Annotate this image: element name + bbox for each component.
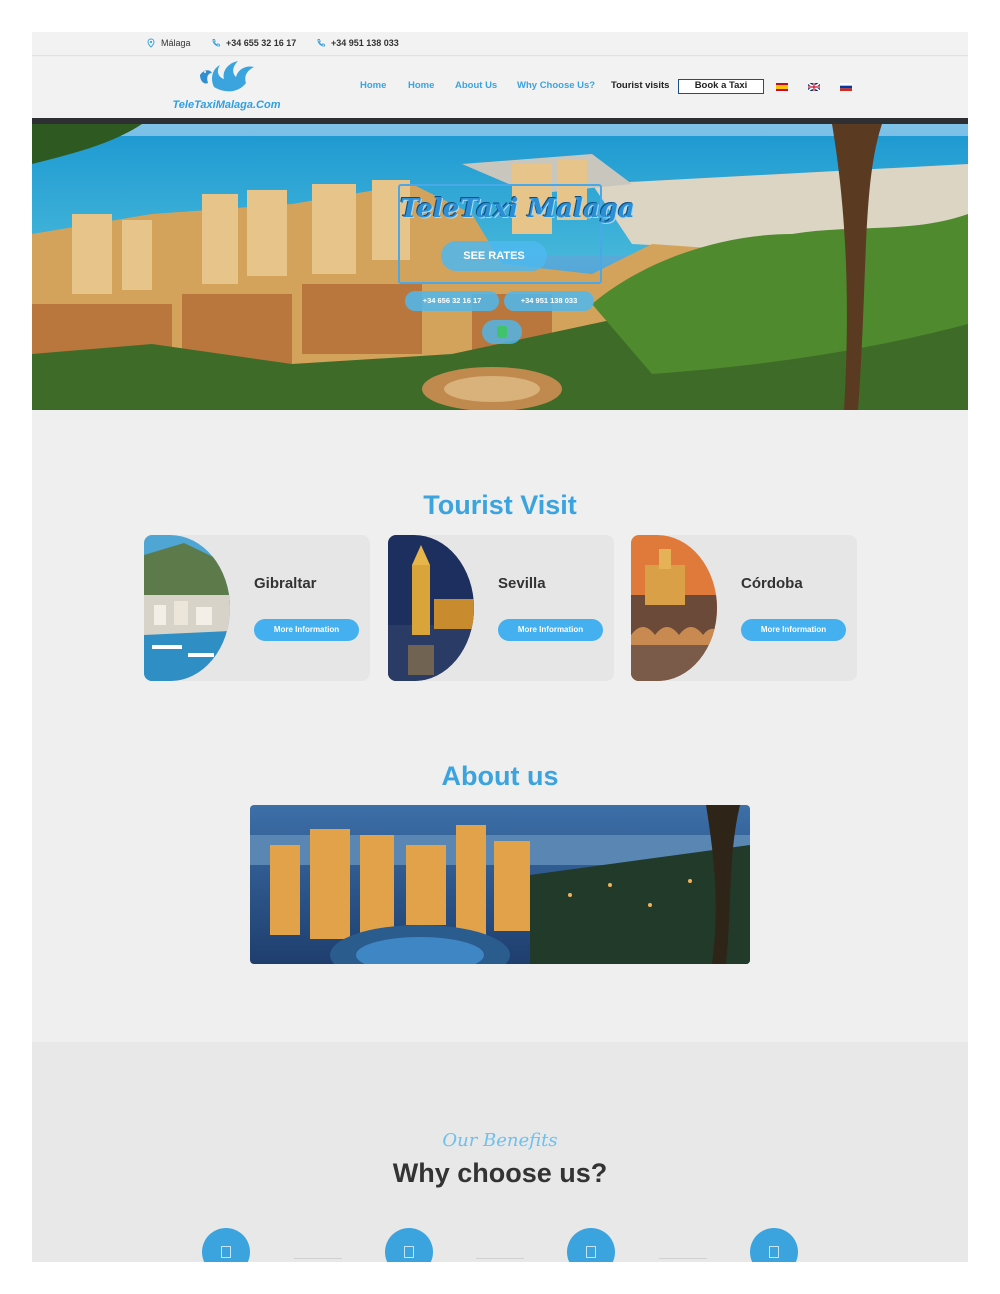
tour-card-gibraltar[interactable]: Gibraltar More Information (144, 535, 370, 681)
tour-card-cordoba[interactable]: Córdoba More Information (631, 535, 857, 681)
card-title: Gibraltar (254, 575, 317, 592)
benefit-divider (659, 1258, 707, 1259)
about-us-title: About us (441, 761, 559, 791)
top-contact-bar: Málaga +34 655 32 16 17 +34 951 138 033 (32, 32, 968, 56)
russian-flag-icon[interactable] (840, 83, 852, 91)
sevilla-image (388, 535, 474, 681)
nav-why-choose-us[interactable]: Why Choose Us? (517, 80, 595, 91)
benefit-divider (294, 1258, 342, 1259)
location-text: Málaga (161, 38, 191, 48)
more-information-button[interactable]: More Information (498, 619, 603, 641)
whatsapp-icon (497, 326, 507, 338)
see-rates-button[interactable]: SEE RATES (441, 241, 547, 271)
tourist-visit-title: Tourist Visit (423, 490, 577, 520)
benefit-icon-4 (750, 1228, 798, 1262)
logo-text[interactable]: TeleTaxiMalaga.Com (164, 99, 289, 111)
nav-home-1[interactable]: Home (360, 80, 386, 91)
benefits-section: Our Benefits Why choose us? (32, 1042, 968, 1262)
spanish-flag-icon[interactable] (776, 83, 788, 91)
about-us-image (250, 805, 750, 964)
location-pin-icon (147, 38, 155, 48)
gibraltar-image (144, 535, 230, 681)
more-information-button[interactable]: More Information (741, 619, 846, 641)
hero-phone-button-2[interactable]: +34 951 138 033 (504, 291, 594, 311)
hero-title: TeleTaxi Malaga (400, 194, 635, 224)
location-item: Málaga (146, 38, 191, 48)
phone-icon (212, 39, 220, 47)
nav-tourist-visits[interactable]: Tourist visits (611, 80, 669, 91)
site-header: TeleTaxiMalaga.Com Home Home About Us Wh… (32, 57, 968, 118)
phone-item-1[interactable]: +34 655 32 16 17 (211, 38, 296, 48)
nav-home-2[interactable]: Home (408, 80, 434, 91)
phone-icon (317, 39, 325, 47)
card-title: Sevilla (498, 575, 546, 592)
more-information-button[interactable]: More Information (254, 619, 359, 641)
why-choose-us-title: Why choose us? (392, 1158, 608, 1188)
uk-flag-icon[interactable] (808, 83, 820, 91)
benefit-icon-2 (385, 1228, 433, 1262)
phone-text-2: +34 951 138 033 (331, 38, 399, 48)
phone-item-2[interactable]: +34 951 138 033 (316, 38, 399, 48)
benefit-icon-3 (567, 1228, 615, 1262)
card-title: Córdoba (741, 575, 803, 592)
benefit-divider (476, 1258, 524, 1259)
phone-text-1: +34 655 32 16 17 (226, 38, 297, 48)
nav-about-us[interactable]: About Us (455, 80, 497, 91)
book-taxi-button[interactable]: Book a Taxi (678, 79, 764, 94)
tour-card-sevilla[interactable]: Sevilla More Information (388, 535, 614, 681)
hero-phone-button-1[interactable]: +34 656 32 16 17 (405, 291, 499, 311)
whatsapp-button[interactable] (482, 320, 522, 344)
hero-banner: TeleTaxi Malaga SEE RATES +34 656 32 16 … (32, 124, 968, 410)
benefit-icon-1 (202, 1228, 250, 1262)
page: Málaga +34 655 32 16 17 +34 951 138 033 … (32, 32, 968, 1262)
our-benefits-subtitle: Our Benefits (442, 1130, 558, 1151)
cordoba-image (631, 535, 717, 681)
